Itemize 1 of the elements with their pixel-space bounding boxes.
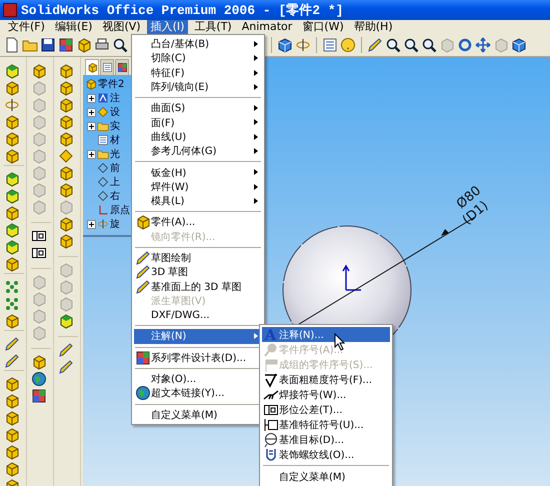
window-title: SolidWorks Office Premium 2006 - [零件2 *] (21, 2, 344, 19)
